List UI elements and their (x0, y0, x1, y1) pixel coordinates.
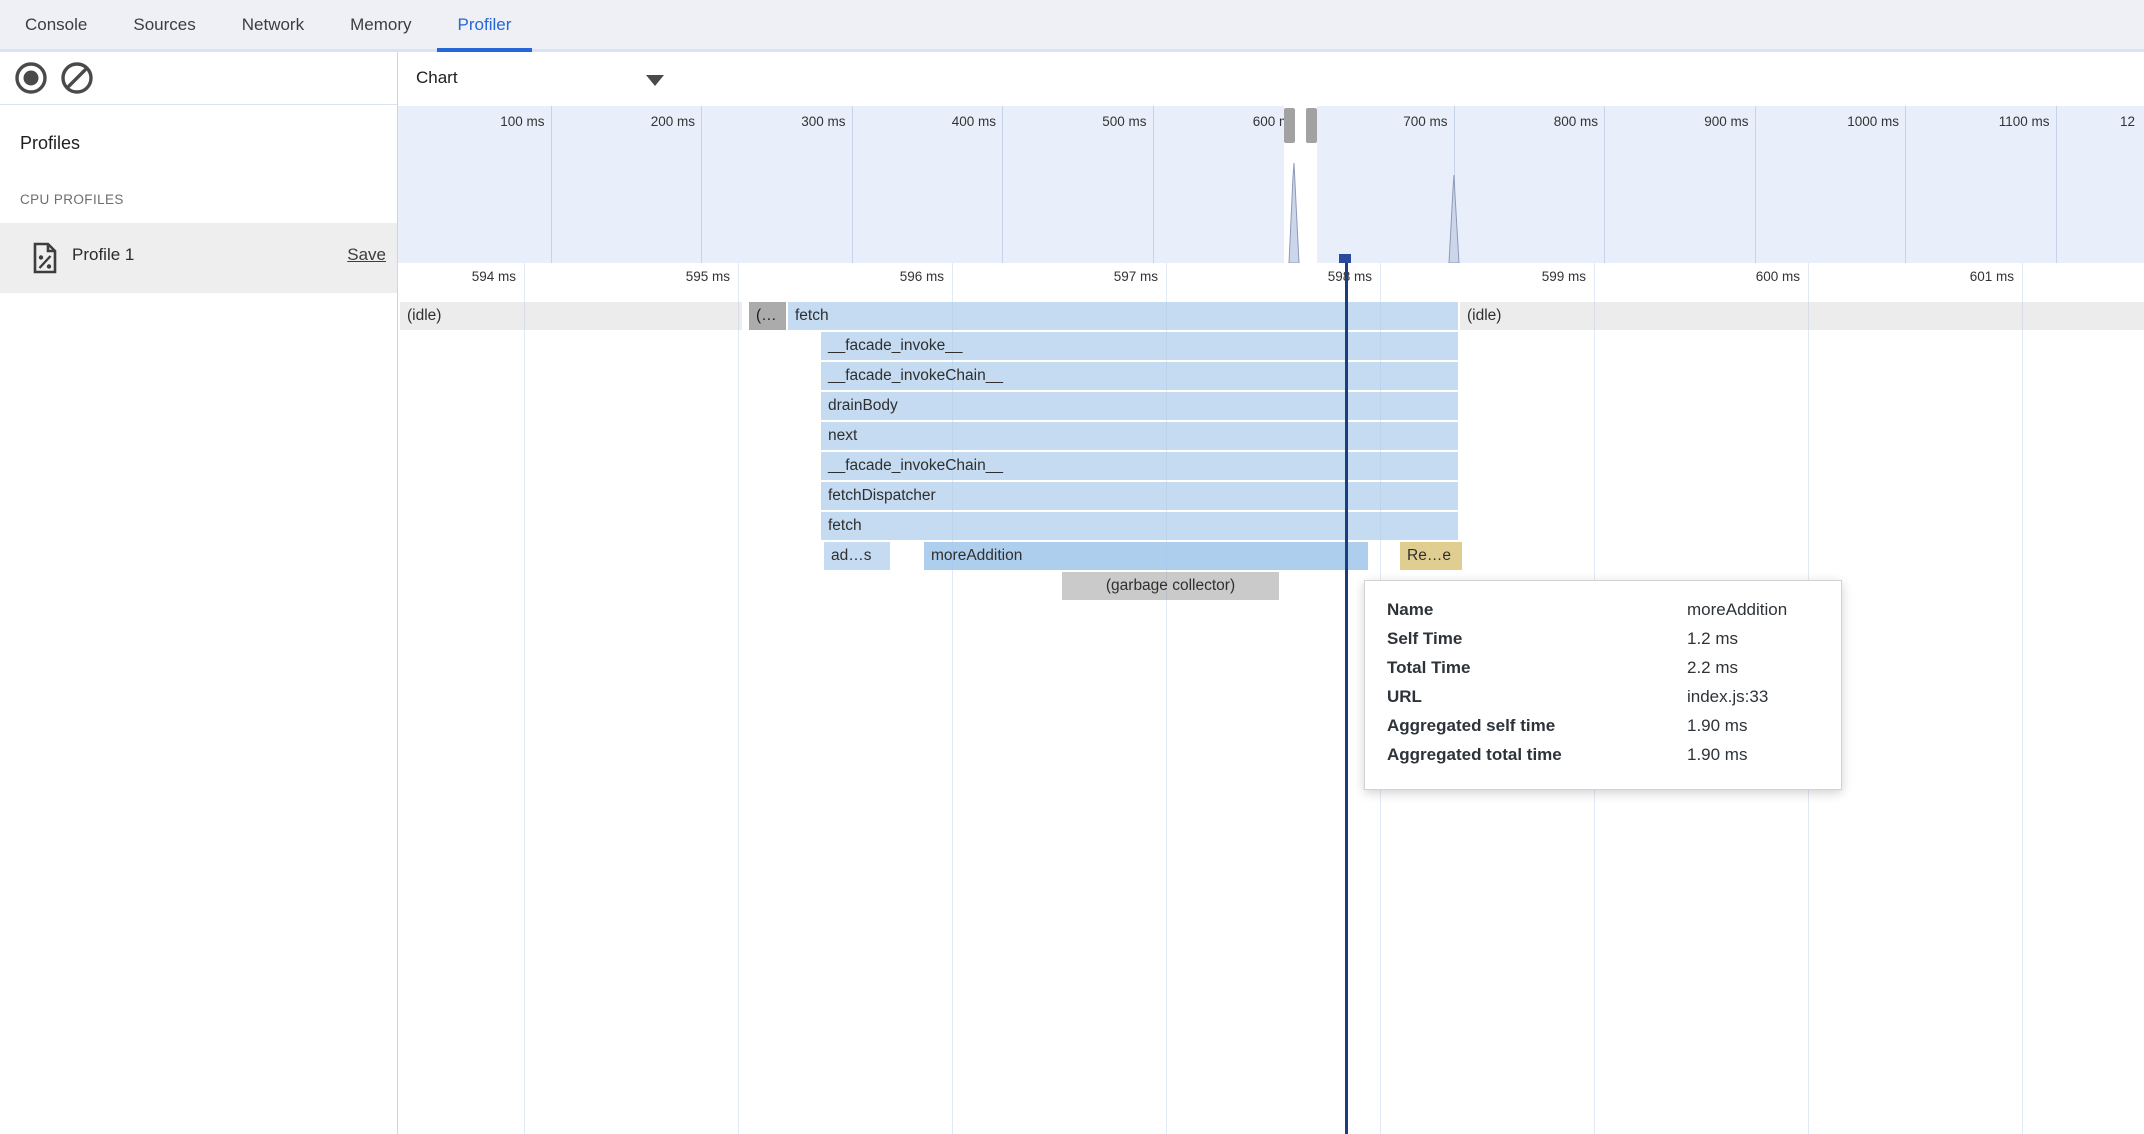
flame-bar-moreaddition[interactable]: moreAddition (924, 542, 1368, 570)
flame-bar--idle-[interactable]: (idle) (400, 302, 742, 330)
flame-bar-re-e[interactable]: Re…e (1400, 542, 1462, 570)
tooltip-row: Aggregated total time 1.90 ms (1387, 740, 1831, 769)
cpu-profiles-section-label: CPU PROFILES (20, 192, 124, 207)
overview-tick-label: 500 ms (997, 114, 1147, 134)
profiles-heading: Profiles (20, 133, 80, 154)
overview-tick-label: 300 ms (696, 114, 846, 134)
tooltip-row: Name moreAddition (1387, 595, 1831, 624)
time-gridline (2022, 263, 2023, 1134)
tab-console[interactable]: Console (25, 0, 87, 49)
profile-document-icon (32, 242, 58, 279)
detail-tick-label: 598 ms (1222, 269, 1372, 284)
tooltip-label: Self Time (1387, 629, 1462, 648)
cpu-activity-spike (1287, 163, 1301, 263)
tooltip-value: 1.90 ms (1687, 711, 1747, 740)
overview-tick-label: 100 ms (398, 114, 545, 134)
clear-icon[interactable] (60, 61, 94, 95)
overview-tick-label: 1000 ms (1749, 114, 1899, 134)
profiler-panel: Console Sources Network Memory Profiler Prof… (0, 0, 2144, 1134)
tooltip-label: Total Time (1387, 658, 1470, 677)
chevron-down-icon (646, 75, 664, 86)
detail-tick-label: 594 ms (366, 269, 516, 284)
flame-bar--idle-[interactable]: (idle) (1460, 302, 2144, 330)
tooltip-row: URL index.js:33 (1387, 682, 1831, 711)
flame-bar-fetch[interactable]: fetch (788, 302, 1458, 330)
tooltip-row: Self Time 1.2 ms (1387, 624, 1831, 653)
overview-tick-line (2056, 106, 2057, 263)
flame-bar--[interactable]: (… (749, 302, 786, 330)
tooltip-value: 2.2 ms (1687, 653, 1738, 682)
tooltip-row: Aggregated self time 1.90 ms (1387, 711, 1831, 740)
time-gridline (738, 263, 739, 1134)
frame-tooltip: NamemoreAdditionSelf Time1.2 msTotal Tim… (1364, 580, 1842, 790)
profile-name: Profile 1 (72, 245, 134, 265)
view-mode-label: Chart (416, 68, 458, 88)
overview-tick-label: 200 ms (545, 114, 695, 134)
playhead-handle[interactable] (1339, 254, 1351, 263)
playhead-line[interactable] (1345, 263, 1348, 1134)
devtools-tab-bar: Console Sources Network Memory Profiler (0, 0, 2144, 52)
overview-tick-label: 700 ms (1298, 114, 1448, 134)
tooltip-value: 1.2 ms (1687, 624, 1738, 653)
profiles-sidebar: Profiles CPU PROFILES Profile 1 Save (0, 52, 398, 1134)
tooltip-value: moreAddition (1687, 595, 1787, 624)
cpu-activity-spike (1447, 175, 1461, 263)
time-gridline (524, 263, 525, 1134)
record-icon[interactable] (14, 61, 48, 95)
tooltip-label: Aggregated total time (1387, 745, 1562, 764)
overview-tick-label: 12 (2120, 114, 2144, 134)
save-profile-link[interactable]: Save (347, 245, 386, 265)
tooltip-label: Aggregated self time (1387, 716, 1555, 735)
flame-bar--facade-invokechain-[interactable]: __facade_invokeChain__ (821, 452, 1458, 480)
overview-tick-label: 400 ms (846, 114, 996, 134)
detail-tick-label: 600 ms (1650, 269, 1800, 284)
chart-header: Chart (398, 52, 2144, 107)
timeline-overview[interactable]: 100 ms200 ms300 ms400 ms500 ms600 ms700 … (398, 106, 2144, 264)
view-mode-select[interactable]: Chart (416, 66, 662, 94)
tab-profiler[interactable]: Profiler (458, 0, 512, 49)
flame-bar-ad-s[interactable]: ad…s (824, 542, 890, 570)
flame-bar--facade-invoke-[interactable]: __facade_invoke__ (821, 332, 1458, 360)
overview-tick-label: 800 ms (1448, 114, 1598, 134)
overview-tick-label: 900 ms (1599, 114, 1749, 134)
flame-bar-fetch[interactable]: fetch (821, 512, 1458, 540)
selection-handle-right[interactable] (1306, 108, 1317, 143)
flame-bar--facade-invokechain-[interactable]: __facade_invokeChain__ (821, 362, 1458, 390)
detail-tick-label: 601 ms (1864, 269, 2014, 284)
selection-handle-left[interactable] (1284, 108, 1295, 143)
overview-tick-label: 600 ms (1147, 114, 1297, 134)
tooltip-row: Total Time 2.2 ms (1387, 653, 1831, 682)
tab-sources[interactable]: Sources (133, 0, 195, 49)
profile-row[interactable]: Profile 1 Save (0, 223, 397, 293)
tooltip-value: 1.90 ms (1687, 740, 1747, 769)
tooltip-value: index.js:33 (1687, 682, 1768, 711)
detail-tick-label: 599 ms (1436, 269, 1586, 284)
flame-bar-fetchdispatcher[interactable]: fetchDispatcher (821, 482, 1458, 510)
flame-bar-drainbody[interactable]: drainBody (821, 392, 1458, 420)
detail-time-ruler: 594 ms595 ms596 ms597 ms598 ms599 ms600 … (398, 263, 2144, 302)
flame-bar--garbage-collector-[interactable]: (garbage collector) (1062, 572, 1279, 600)
sidebar-toolbar (0, 52, 397, 105)
detail-tick-label: 597 ms (1008, 269, 1158, 284)
detail-tick-label: 595 ms (580, 269, 730, 284)
tab-network[interactable]: Network (242, 0, 304, 49)
tooltip-label: Name (1387, 600, 1433, 619)
tab-memory[interactable]: Memory (350, 0, 411, 49)
detail-tick-label: 596 ms (794, 269, 944, 284)
overview-tick-label: 1100 ms (1900, 114, 2050, 134)
flame-bar-next[interactable]: next (821, 422, 1458, 450)
tooltip-label: URL (1387, 687, 1422, 706)
